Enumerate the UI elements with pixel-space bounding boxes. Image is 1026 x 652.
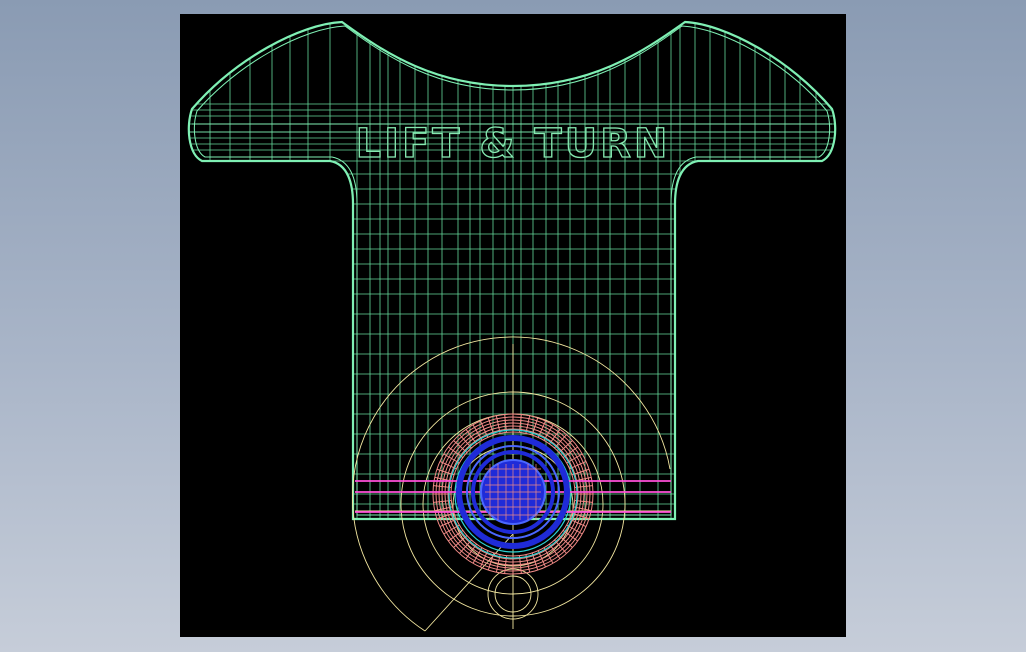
bearing-hatch-tick xyxy=(569,461,587,470)
bearing-hatch-tick xyxy=(549,543,561,560)
lift-turn-handle-drawing: LIFT & TURN xyxy=(187,20,837,632)
cad-viewport[interactable]: LIFT & TURN xyxy=(180,14,846,637)
bearing-hatch-tick xyxy=(465,543,477,560)
bearing-hatch-tick xyxy=(465,428,477,445)
bearing-hatch-tick xyxy=(537,420,546,438)
handle-outer-edge xyxy=(187,20,837,521)
bearing-hatch-tick xyxy=(562,446,579,458)
bearing-hatch-tick xyxy=(569,518,587,527)
bearing-hatch-tick xyxy=(439,518,457,527)
bearing-hatch-tick xyxy=(480,420,489,438)
bearing-hatch-tick xyxy=(537,550,546,568)
handle-outline xyxy=(187,20,837,521)
part-engraving: LIFT & TURN xyxy=(356,121,671,167)
bearing-hatch-tick xyxy=(549,428,561,445)
bearing-hatch-tick xyxy=(447,446,464,458)
bearing-hatch-tick xyxy=(480,550,489,568)
